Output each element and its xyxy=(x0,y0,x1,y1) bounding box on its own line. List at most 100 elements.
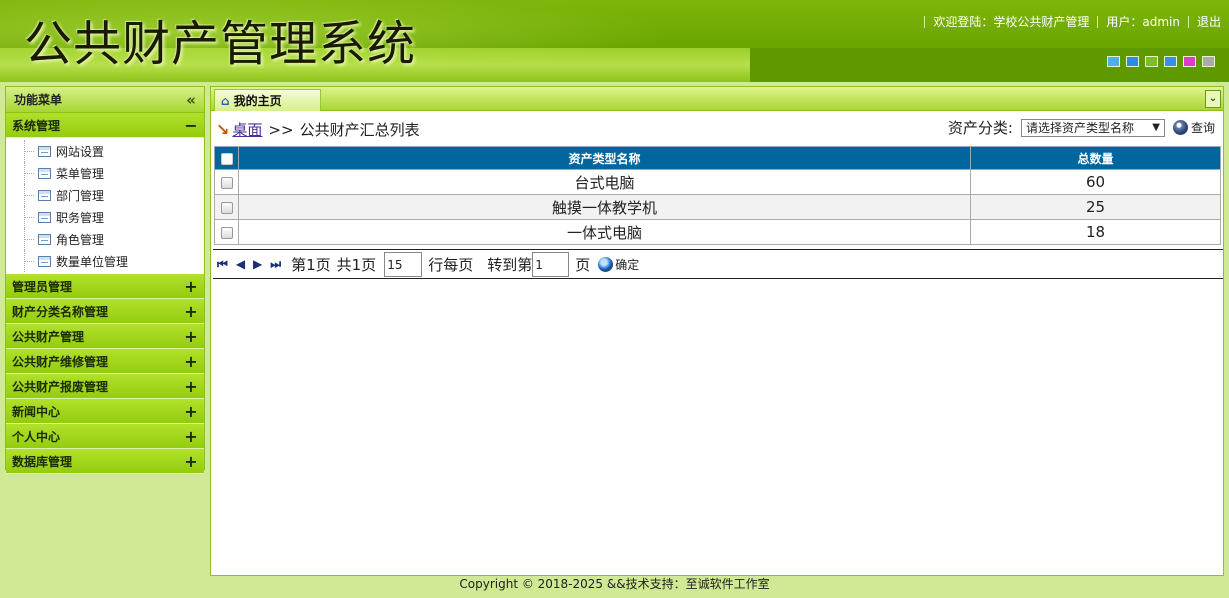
skin-swatch-1[interactable] xyxy=(1107,56,1120,67)
menu-group-admin[interactable]: 管理员管理 + xyxy=(6,274,204,299)
query-label: 查询 xyxy=(1190,121,1215,135)
globe-icon xyxy=(598,256,614,272)
skin-swatch-6[interactable] xyxy=(1202,56,1215,67)
menu-group-label: 新闻中心 xyxy=(12,404,61,419)
system-title: 公共财产管理系统 xyxy=(24,16,417,72)
menu-group-asset-scrap[interactable]: 公共财产报废管理 + xyxy=(6,374,204,399)
first-page-icon[interactable]: ⏮ xyxy=(217,257,228,272)
document-icon xyxy=(38,233,51,245)
arrow-icon: ↘ xyxy=(216,120,230,139)
goto-page-input[interactable]: 1 xyxy=(532,251,570,277)
separator xyxy=(1187,15,1189,28)
rows-per-page-label: 行每页 xyxy=(428,255,474,274)
menu-group-label: 财产分类名称管理 xyxy=(12,304,109,319)
tab-home[interactable]: ⌂ 我的主页 xyxy=(214,89,321,111)
filter-bar: 资产分类: 请选择资产类型名称 ▼ 查询 xyxy=(948,117,1215,138)
current-page: 第1页 xyxy=(291,255,331,274)
row-checkbox[interactable] xyxy=(220,226,233,239)
cell-quantity: 25 xyxy=(970,194,1221,220)
logout-link[interactable]: 退出 xyxy=(1197,13,1221,30)
skin-swatch-4[interactable] xyxy=(1164,56,1177,67)
sidebar-item-menu-management[interactable]: 菜单管理 xyxy=(6,162,204,184)
menu-group-system[interactable]: 系统管理 − xyxy=(6,113,204,138)
menu-group-asset-repair[interactable]: 公共财产维修管理 + xyxy=(6,349,204,374)
tree-branch xyxy=(24,206,34,228)
expand-icon[interactable]: + xyxy=(184,352,198,371)
sidebar-item-department-management[interactable]: 部门管理 xyxy=(6,184,204,206)
user-info: 用户：admin xyxy=(1106,15,1180,29)
menu-group-label: 管理员管理 xyxy=(12,279,73,294)
rows-per-page-input[interactable]: 15 xyxy=(384,251,423,277)
menu-group-public-assets[interactable]: 公共财产管理 + xyxy=(6,324,204,349)
tree-branch xyxy=(24,250,34,272)
document-icon xyxy=(38,211,51,223)
select-all-checkbox[interactable] xyxy=(220,152,233,165)
sidebar-item-site-settings[interactable]: 网站设置 xyxy=(6,140,204,162)
menu-items-system: 网站设置 菜单管理 部门管理 职务管理 角色管理 数量单位管理 xyxy=(6,138,204,274)
expand-icon[interactable]: + xyxy=(184,427,198,446)
sidebar-item-unit-management[interactable]: 数量单位管理 xyxy=(6,250,204,272)
query-button[interactable]: 查询 xyxy=(1172,119,1215,136)
sidebar-header: 功能菜单 « xyxy=(6,87,204,113)
tab-bar: ⌂ 我的主页 ⌄ xyxy=(210,86,1224,111)
sidebar-item-label: 角色管理 xyxy=(56,232,105,247)
cell-asset-type: 一体式电脑 xyxy=(238,219,971,245)
expand-icon[interactable]: + xyxy=(184,377,198,396)
cell-asset-type: 触摸一体教学机 xyxy=(238,194,971,220)
last-page-icon[interactable]: ⏭ xyxy=(270,257,281,272)
table-row[interactable]: 台式电脑 60 xyxy=(214,169,1221,195)
menu-group-personal[interactable]: 个人中心 + xyxy=(6,424,204,449)
asset-category-select[interactable]: 请选择资产类型名称 ▼ xyxy=(1020,118,1165,137)
table-row[interactable]: 一体式电脑 18 xyxy=(214,219,1221,245)
sidebar-item-label: 部门管理 xyxy=(56,188,105,203)
collapse-icon[interactable]: − xyxy=(184,116,198,135)
sidebar-item-position-management[interactable]: 职务管理 xyxy=(6,206,204,228)
document-icon xyxy=(38,189,51,201)
separator xyxy=(924,15,926,28)
pagination: ⏮ ◀ ▶ ⏭ 第1页 共1页 15 行每页 转到第 1 页 确定 xyxy=(213,249,1223,279)
menu-group-asset-category[interactable]: 财产分类名称管理 + xyxy=(6,299,204,324)
chevron-down-icon[interactable]: ⌄ xyxy=(1205,90,1221,108)
cell-quantity: 60 xyxy=(970,169,1221,195)
checkbox-cell xyxy=(214,219,239,245)
menu-group-database[interactable]: 数据库管理 + xyxy=(6,449,204,474)
tab-label: 我的主页 xyxy=(233,94,282,108)
sidebar-item-label: 网站设置 xyxy=(56,144,105,159)
skin-swatch-3[interactable] xyxy=(1145,56,1158,67)
next-page-icon[interactable]: ▶ xyxy=(253,257,262,271)
separator xyxy=(1097,15,1099,28)
app-header: 公共财产管理系统 欢迎登陆：学校公共财产管理 用户：admin 退出 xyxy=(0,0,1229,82)
skin-switcher xyxy=(1107,56,1215,67)
skin-swatch-2[interactable] xyxy=(1126,56,1139,67)
footer: Copyright © 2018-2025 &&技术支持：至诚软件工作室 xyxy=(459,577,770,591)
menu-group-news[interactable]: 新闻中心 + xyxy=(6,399,204,424)
sidebar-item-role-management[interactable]: 角色管理 xyxy=(6,228,204,250)
tree-branch xyxy=(24,228,34,250)
menu-group-label: 个人中心 xyxy=(12,429,61,444)
sidebar: 功能菜单 « 系统管理 − 网站设置 菜单管理 部门管理 职务管理 角色管理 数… xyxy=(5,86,205,474)
cell-quantity: 18 xyxy=(970,219,1221,245)
confirm-button[interactable]: 确定 xyxy=(598,256,639,273)
total-pages: 共1页 xyxy=(336,255,377,274)
collapse-sidebar-icon[interactable]: « xyxy=(186,91,196,109)
goto-label: 转到第 xyxy=(487,255,533,274)
column-header-qty[interactable]: 总数量 xyxy=(970,146,1221,170)
row-checkbox[interactable] xyxy=(220,176,233,189)
expand-icon[interactable]: + xyxy=(184,402,198,421)
sidebar-item-label: 职务管理 xyxy=(56,210,105,225)
expand-icon[interactable]: + xyxy=(184,302,198,321)
column-header-type[interactable]: 资产类型名称 xyxy=(238,146,971,170)
expand-icon[interactable]: + xyxy=(184,277,198,296)
breadcrumb-desktop-link[interactable]: 桌面 xyxy=(232,119,262,140)
sidebar-title: 功能菜单 xyxy=(14,93,63,107)
table-row[interactable]: 触摸一体教学机 25 xyxy=(214,194,1221,220)
expand-icon[interactable]: + xyxy=(184,452,198,471)
row-checkbox[interactable] xyxy=(220,201,233,214)
prev-page-icon[interactable]: ◀ xyxy=(236,257,245,271)
menu-group-label: 公共财产维修管理 xyxy=(12,354,109,369)
expand-icon[interactable]: + xyxy=(184,327,198,346)
menu-group-label: 数据库管理 xyxy=(12,454,73,469)
page-unit-label: 页 xyxy=(575,255,591,274)
skin-swatch-5[interactable] xyxy=(1183,56,1196,67)
top-links: 欢迎登陆：学校公共财产管理 用户：admin 退出 xyxy=(916,13,1221,30)
